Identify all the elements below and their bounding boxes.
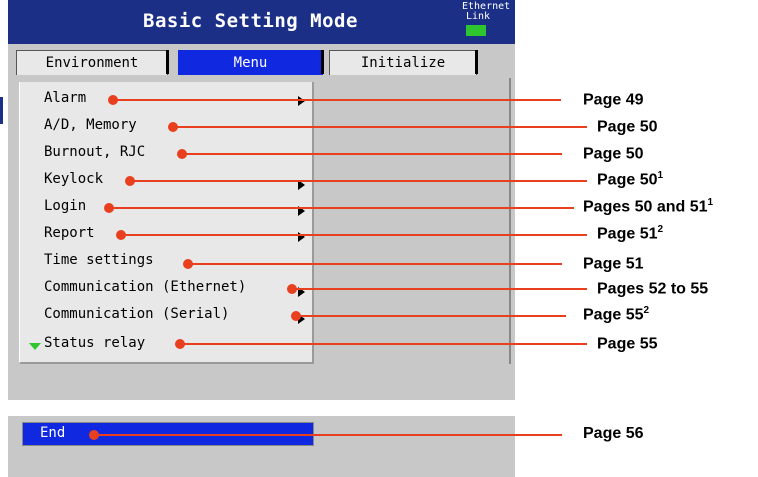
page-ref-report: Page 512 xyxy=(597,224,664,243)
scroll-down-icon[interactable] xyxy=(29,343,41,350)
callout-line xyxy=(182,153,562,155)
callout-dot xyxy=(116,230,126,240)
side-marker xyxy=(0,97,3,124)
page-ref-login: Pages 50 and 511 xyxy=(583,197,714,216)
page-ref-alarm: Page 49 xyxy=(583,91,644,109)
tab-menu[interactable]: Menu xyxy=(178,50,323,75)
menu-item-status-relay[interactable]: Status relay xyxy=(44,335,145,351)
tab-divider xyxy=(321,50,324,74)
callout-line xyxy=(121,234,587,236)
menu-item-ad-memory[interactable]: A/D, Memory xyxy=(44,117,137,133)
callout-dot xyxy=(287,284,297,294)
callout-dot xyxy=(89,430,99,440)
menu-item-alarm[interactable]: Alarm xyxy=(44,90,86,106)
callout-line xyxy=(173,126,587,128)
menu-item-report[interactable]: Report xyxy=(44,225,95,241)
basic-setting-screen: Basic Setting Mode Ethernet Link Environ… xyxy=(8,0,515,477)
page-ref-time-settings: Page 51 xyxy=(583,255,644,273)
tab-initialize[interactable]: Initialize xyxy=(329,50,477,75)
callout-dot xyxy=(183,259,193,269)
menu-item-login[interactable]: Login xyxy=(44,198,86,214)
link-label: Link xyxy=(466,11,491,22)
callout-dot xyxy=(108,95,118,105)
menu-item-time-settings[interactable]: Time settings xyxy=(44,252,154,268)
page-title: Basic Setting Mode xyxy=(143,10,358,32)
page-ref-burnout-rjc: Page 50 xyxy=(583,145,644,163)
ethernet-status: Ethernet Link xyxy=(462,2,510,22)
page-ref-keylock: Page 501 xyxy=(597,170,664,189)
callout-dot xyxy=(291,311,301,321)
menu-item-communication-serial[interactable]: Communication (Serial) xyxy=(44,306,229,322)
callout-line xyxy=(130,180,587,182)
page-ref-status-relay: Page 55 xyxy=(597,335,658,353)
tab-divider xyxy=(166,50,169,74)
callout-line xyxy=(292,288,587,290)
menu-item-keylock[interactable]: Keylock xyxy=(44,171,103,187)
callout-line xyxy=(113,99,561,101)
screen-break xyxy=(8,400,515,416)
callout-line xyxy=(109,207,574,209)
menu-item-communication-ethernet[interactable]: Communication (Ethernet) xyxy=(44,279,246,295)
page-ref-ad-memory: Page 50 xyxy=(597,118,658,136)
callout-dot xyxy=(104,203,114,213)
detail-panel xyxy=(313,78,511,364)
callout-dot xyxy=(175,339,185,349)
submenu-arrow-icon xyxy=(298,96,305,106)
page-ref-communication-serial: Page 552 xyxy=(583,305,650,324)
callout-dot xyxy=(168,122,178,132)
callout-dot xyxy=(125,176,135,186)
tab-divider xyxy=(475,50,478,74)
page-ref-end: Page 56 xyxy=(583,425,644,442)
menu-item-burnout-rjc[interactable]: Burnout, RJC xyxy=(44,144,145,160)
callout-line xyxy=(296,315,566,317)
callout-line xyxy=(180,343,587,345)
link-led-icon xyxy=(466,25,486,36)
tab-environment[interactable]: Environment xyxy=(16,50,168,75)
page-ref-communication-ethernet: Pages 52 to 55 xyxy=(597,280,709,298)
callout-line xyxy=(188,263,562,265)
callout-dot xyxy=(177,149,187,159)
end-label: End xyxy=(40,425,66,441)
callout-line xyxy=(94,434,562,436)
